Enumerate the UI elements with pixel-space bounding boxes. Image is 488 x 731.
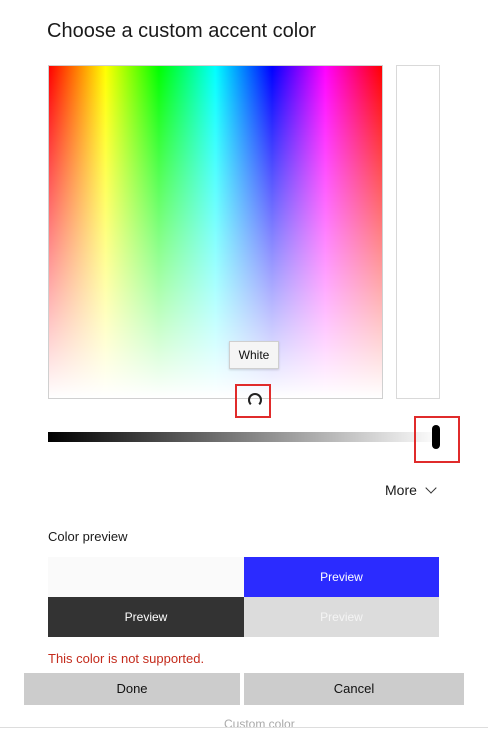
preview-tile-accent: Preview (244, 557, 439, 597)
background-window-text: Custom color (224, 717, 295, 731)
brightness-slider[interactable] (48, 432, 440, 442)
preview-tile-light: Preview (244, 597, 439, 637)
more-button[interactable]: More (385, 481, 437, 498)
done-button[interactable]: Done (24, 673, 240, 705)
color-picker-cursor[interactable] (248, 393, 262, 407)
color-preview-label: Color preview (48, 529, 128, 544)
dialog-title: Choose a custom accent color (47, 20, 317, 42)
dialog-bottom-border (0, 727, 488, 728)
chevron-down-icon (425, 481, 437, 494)
preview-tile-blank (48, 557, 244, 597)
more-label: More (385, 482, 417, 498)
preview-tile-dark: Preview (48, 597, 244, 637)
error-message: This color is not supported. (48, 651, 205, 666)
selected-color-swatch (396, 65, 440, 399)
cancel-button[interactable]: Cancel (244, 673, 464, 705)
color-spectrum[interactable] (48, 65, 383, 399)
brightness-slider-thumb[interactable] (432, 425, 440, 449)
color-name-tooltip: White (229, 341, 279, 369)
